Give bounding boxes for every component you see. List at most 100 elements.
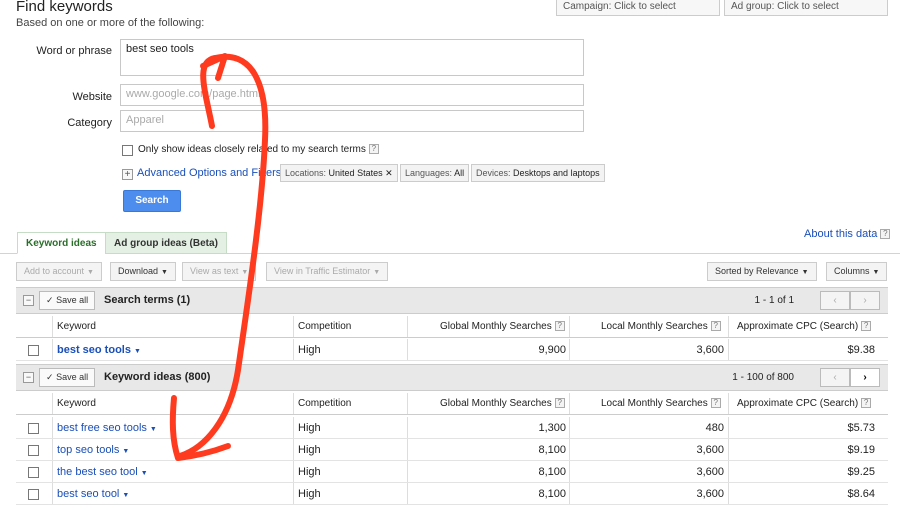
close-icon[interactable]: ✕	[385, 168, 393, 178]
keyword-text[interactable]: the best seo tool	[57, 466, 138, 478]
columns-label: Columns	[834, 266, 870, 276]
device-chip[interactable]: Devices: Desktops and laptops	[471, 164, 605, 182]
table-row[interactable]: best seo tools ▼ High 9,900 3,600 $9.38	[16, 339, 888, 361]
table-row[interactable]: best free seo tools ▼ High 1,300 480 $5.7…	[16, 417, 888, 439]
tab-keyword-ideas[interactable]: Keyword ideas	[17, 232, 106, 254]
col-local-label[interactable]: Local Monthly Searches	[601, 398, 708, 409]
campaign-selector[interactable]: Campaign: Click to select	[556, 0, 720, 16]
help-icon[interactable]: ?	[554, 321, 565, 332]
global-cell: 8,100	[538, 444, 566, 456]
global-cell: 8,100	[538, 488, 566, 500]
keyword-cell[interactable]: best seo tool ▼	[57, 488, 129, 500]
ad-group-selector[interactable]: Ad group: Click to select	[724, 0, 888, 16]
cpc-cell: $9.25	[847, 466, 875, 478]
chevron-left-icon[interactable]: ‹	[820, 368, 850, 387]
add-to-account-label: Add to account	[24, 266, 85, 276]
cpc-cell: $8.64	[847, 488, 875, 500]
keyword-cell[interactable]: top seo tools ▼	[57, 444, 129, 456]
chevron-down-icon: ▼	[161, 269, 168, 276]
col-global: Global Monthly Searches?	[440, 398, 565, 409]
table-row[interactable]: top seo tools ▼ High 8,100 3,600 $9.19	[16, 439, 888, 461]
keyword-text[interactable]: best free seo tools	[57, 422, 147, 434]
keyword-text[interactable]: best seo tools	[57, 344, 131, 356]
local-cell: 3,600	[696, 466, 724, 478]
col-cpc: Approximate CPC (Search)?	[737, 321, 872, 332]
row-checkbox[interactable]	[28, 345, 39, 356]
plus-box-icon[interactable]: +	[122, 169, 133, 180]
chevron-right-icon[interactable]: ›	[850, 368, 880, 387]
keyword-cell[interactable]: best free seo tools ▼	[57, 422, 157, 434]
search-button[interactable]: Search	[123, 190, 181, 212]
table-row[interactable]: the best seo tool ▼ High 8,100 3,600 $9.2…	[16, 461, 888, 483]
category-input[interactable]: Apparel	[120, 110, 584, 132]
help-icon[interactable]: ?	[880, 229, 891, 240]
add-to-account-button[interactable]: Add to account ▼	[16, 262, 102, 281]
col-global-label[interactable]: Global Monthly Searches	[440, 398, 552, 409]
col-competition[interactable]: Competition	[298, 321, 351, 332]
chevron-left-icon[interactable]: ‹	[820, 291, 850, 310]
keyword-cell[interactable]: best seo tools ▼	[57, 344, 141, 356]
help-icon[interactable]: ?	[368, 144, 379, 155]
checkmark-icon: ✓	[46, 372, 54, 382]
view-as-text-label: View as text	[190, 266, 239, 276]
keyword-text[interactable]: best seo tool	[57, 488, 119, 500]
keyword-text[interactable]: top seo tools	[57, 444, 119, 456]
chevron-down-icon[interactable]: ▼	[141, 470, 148, 477]
only-show-checkbox[interactable]	[122, 145, 133, 156]
chevron-down-icon[interactable]: ▼	[122, 448, 129, 455]
advanced-options-link[interactable]: Advanced Options and Filters	[137, 167, 281, 179]
chevron-down-icon: ▼	[801, 269, 809, 276]
col-keyword[interactable]: Keyword	[57, 321, 96, 332]
chevron-down-icon[interactable]: ▼	[122, 492, 129, 499]
checkmark-icon: ✓	[46, 295, 54, 305]
cpc-cell: $9.19	[847, 444, 875, 456]
local-cell: 3,600	[696, 344, 724, 356]
row-checkbox[interactable]	[28, 467, 39, 478]
chevron-right-icon[interactable]: ›	[850, 291, 880, 310]
save-all-label: Save all	[56, 295, 89, 305]
about-this-data-link[interactable]: About this data	[804, 228, 877, 240]
save-all-button[interactable]: ✓ Save all	[39, 368, 96, 387]
help-icon[interactable]: ?	[554, 398, 565, 409]
col-competition[interactable]: Competition	[298, 398, 351, 409]
col-cpc-label[interactable]: Approximate CPC (Search)	[737, 321, 858, 332]
row-checkbox[interactable]	[28, 489, 39, 500]
word-or-phrase-input[interactable]: best seo tools	[120, 39, 584, 76]
col-local-label[interactable]: Local Monthly Searches	[601, 321, 708, 332]
chevron-down-icon[interactable]: ▼	[150, 426, 157, 433]
sorted-by-dropdown[interactable]: Sorted by Relevance ▼	[707, 262, 817, 281]
minus-box-icon[interactable]: −	[23, 295, 34, 306]
minus-box-icon[interactable]: −	[23, 372, 34, 383]
global-cell: 1,300	[538, 422, 566, 434]
tab-ad-group-ideas[interactable]: Ad group ideas (Beta)	[105, 232, 227, 254]
col-keyword[interactable]: Keyword	[57, 398, 96, 409]
location-chip[interactable]: Locations: United States ✕	[280, 164, 398, 182]
row-checkbox[interactable]	[28, 445, 39, 456]
row-checkbox[interactable]	[28, 423, 39, 434]
location-key: Locations:	[285, 168, 327, 178]
chevron-down-icon: ▼	[87, 269, 94, 276]
table-row[interactable]: best seo tool ▼ High 8,100 3,600 $8.64	[16, 483, 888, 505]
keyword-cell[interactable]: the best seo tool ▼	[57, 466, 148, 478]
help-icon[interactable]: ?	[861, 321, 872, 332]
col-global: Global Monthly Searches?	[440, 321, 565, 332]
competition-cell: High	[298, 422, 321, 434]
competition-cell: High	[298, 344, 321, 356]
col-cpc-label[interactable]: Approximate CPC (Search)	[737, 398, 858, 409]
view-in-traffic-estimator-button[interactable]: View in Traffic Estimator ▼	[266, 262, 389, 281]
download-button[interactable]: Download ▼	[110, 262, 176, 281]
save-all-button[interactable]: ✓ Save all	[39, 291, 96, 310]
chevron-down-icon[interactable]: ▼	[134, 348, 141, 355]
device-value: Desktops and laptops	[513, 168, 600, 178]
local-cell: 3,600	[696, 488, 724, 500]
cpc-cell: $9.38	[847, 344, 875, 356]
help-icon[interactable]: ?	[710, 398, 721, 409]
website-input[interactable]: www.google.com/page.html	[120, 84, 584, 106]
keyword-ideas-pager: 1 - 100 of 800	[732, 372, 794, 383]
columns-dropdown[interactable]: Columns ▼	[826, 262, 888, 281]
language-chip[interactable]: Languages: All	[400, 164, 470, 182]
help-icon[interactable]: ?	[710, 321, 721, 332]
view-as-text-button[interactable]: View as text ▼	[182, 262, 257, 281]
help-icon[interactable]: ?	[861, 398, 872, 409]
col-global-label[interactable]: Global Monthly Searches	[440, 321, 552, 332]
